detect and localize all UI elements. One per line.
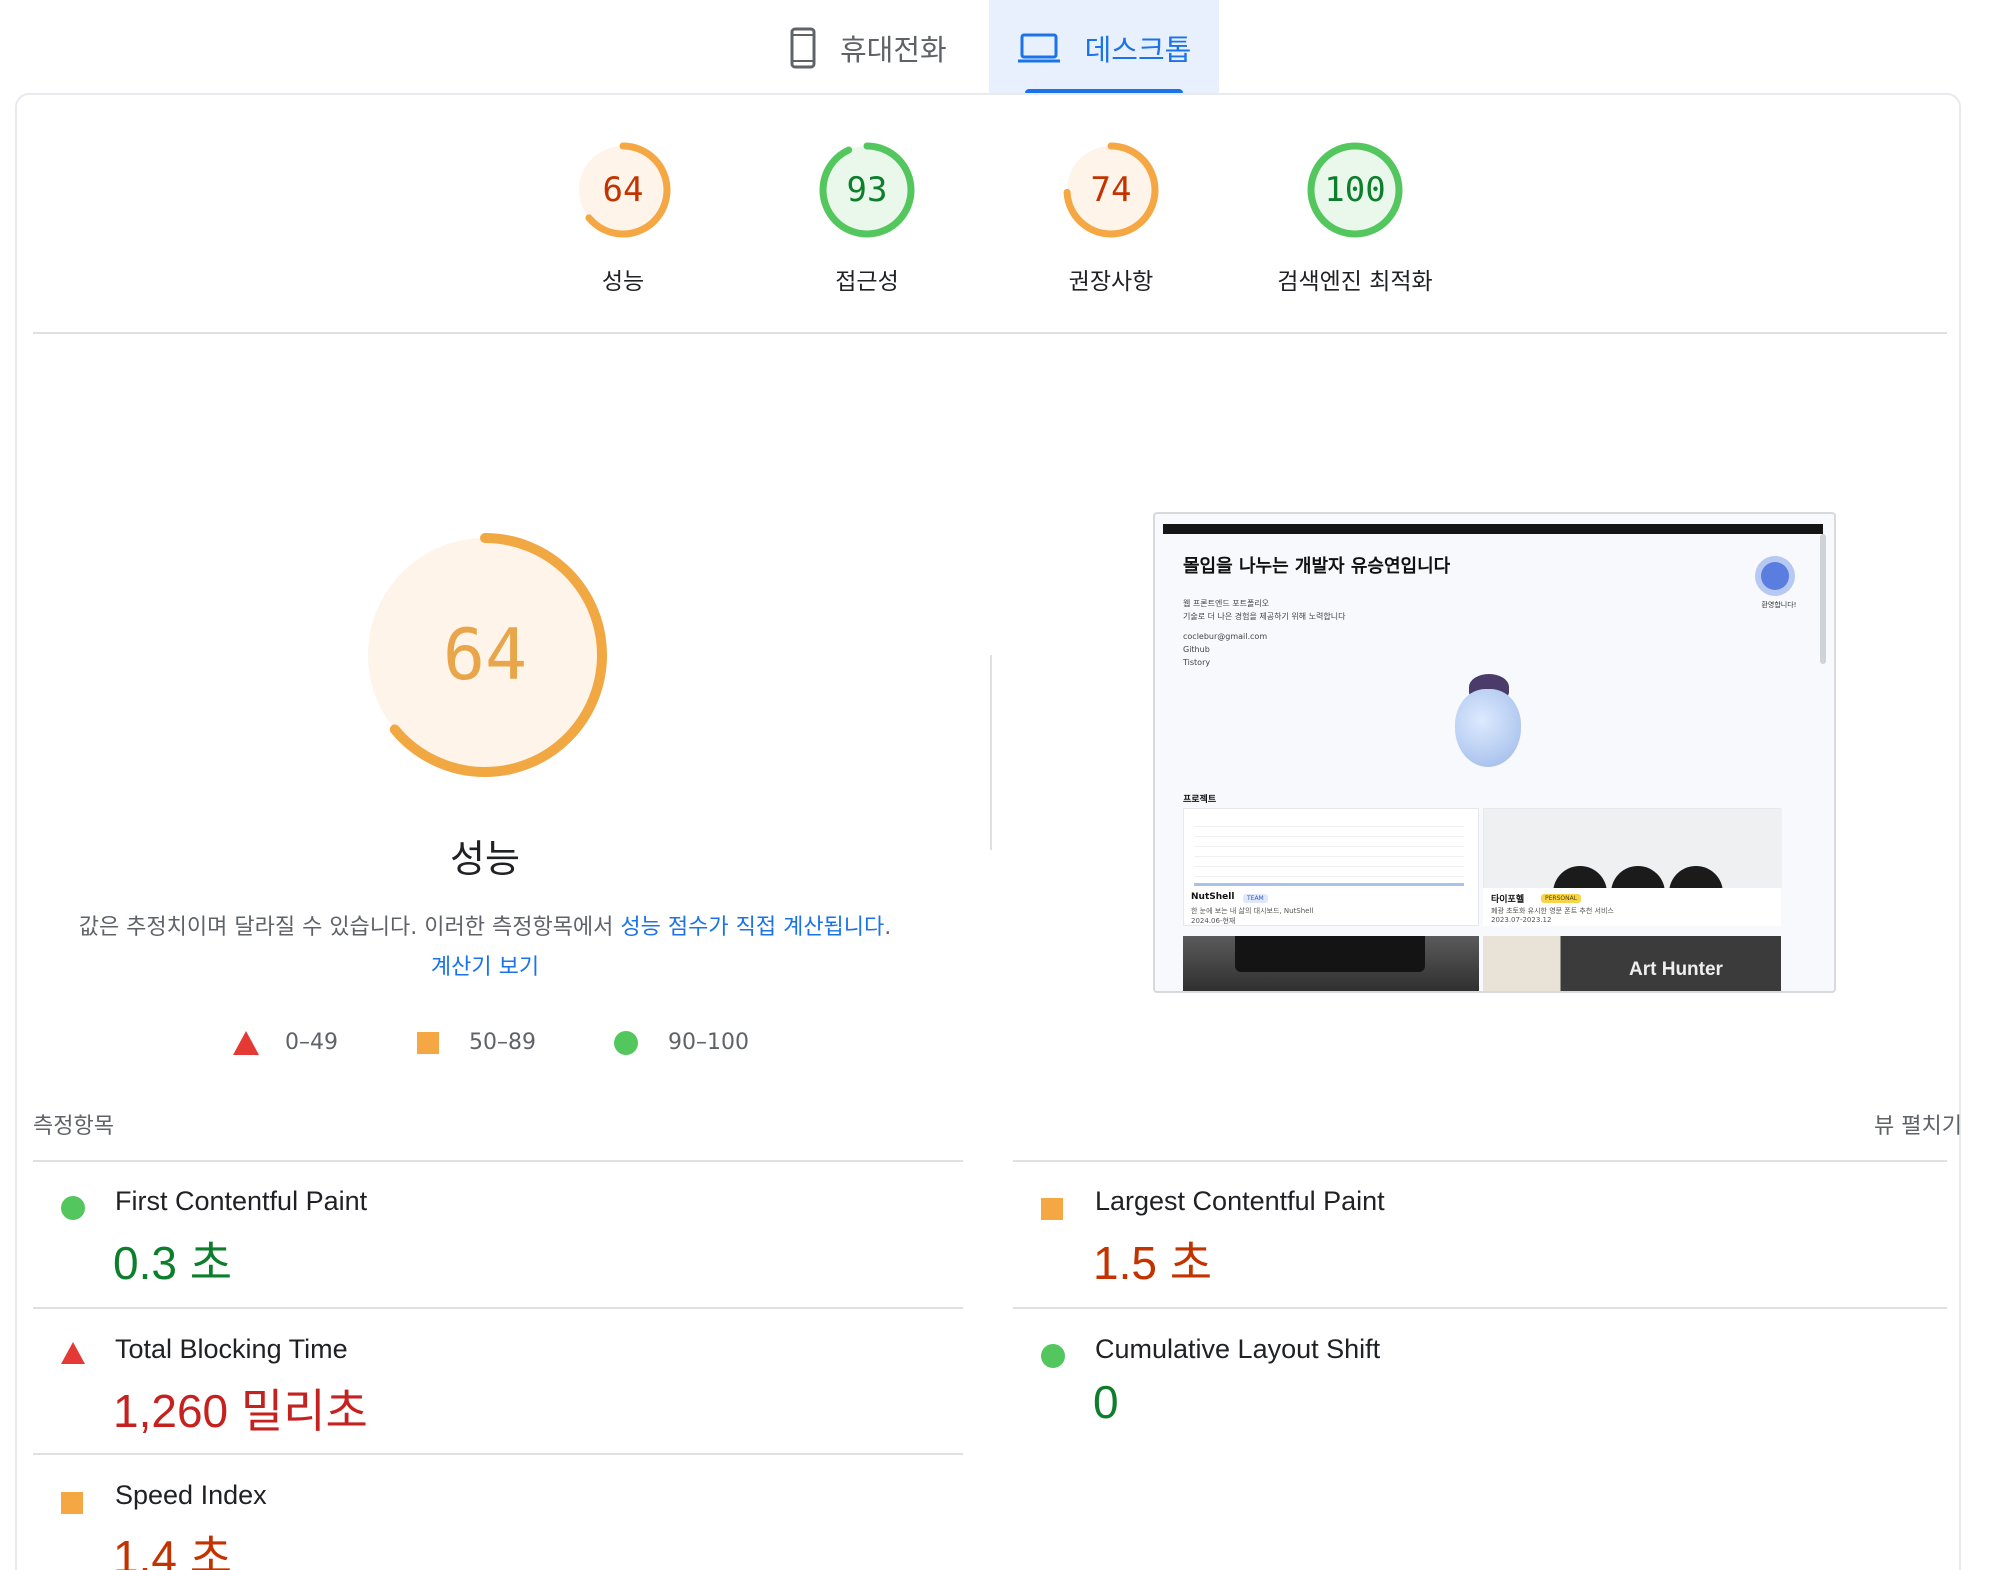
metric-largest-contentful-paint[interactable]: Largest Contentful Paint 1.5 초 bbox=[1013, 1172, 1913, 1302]
performance-gauge-large: 64 bbox=[360, 530, 610, 780]
metrics-heading: 측정항목 bbox=[33, 1114, 114, 1139]
metrics-divider bbox=[33, 1160, 963, 1162]
score-gauge-best-practices[interactable]: 74 권장사항 bbox=[991, 140, 1231, 310]
square-icon bbox=[417, 1031, 439, 1054]
legend-pass: 90–100 bbox=[614, 1030, 749, 1055]
score-value: 93 bbox=[846, 170, 888, 210]
metric-name: First Contentful Paint bbox=[115, 1186, 368, 1216]
vertical-divider bbox=[990, 655, 992, 850]
score-calculation-link[interactable]: 성능 점수가 직접 계산됩니다 bbox=[620, 915, 884, 940]
triangle-icon bbox=[233, 1030, 259, 1055]
screenshot-topbar bbox=[1163, 524, 1823, 534]
metric-value: 0.3 초 bbox=[113, 1237, 233, 1289]
score-gauge-accessibility[interactable]: 93 접근성 bbox=[747, 140, 987, 310]
score-label: 접근성 bbox=[835, 269, 899, 295]
tab-mobile[interactable]: 휴대전화 bbox=[790, 0, 990, 95]
circle-icon bbox=[614, 1030, 638, 1055]
metric-total-blocking-time[interactable]: Total Blocking Time 1,260 밀리초 bbox=[33, 1320, 933, 1450]
tab-desktop[interactable]: 데스크톱 bbox=[989, 0, 1219, 95]
card-title: 타이포헬 bbox=[1491, 895, 1525, 905]
metric-name: Largest Contentful Paint bbox=[1095, 1186, 1385, 1216]
expand-view-toggle[interactable]: 뷰 펼치기 bbox=[1874, 1108, 1962, 1140]
metric-cumulative-layout-shift[interactable]: Cumulative Layout Shift 0 bbox=[1013, 1320, 1913, 1450]
section-divider bbox=[33, 332, 1947, 334]
mascot-image bbox=[1455, 689, 1521, 767]
card-date: 2024.06-현재 bbox=[1191, 917, 1236, 925]
legend-range: 0–49 bbox=[285, 1030, 338, 1055]
device-tabs: 휴대전화 데스크톱 bbox=[0, 0, 2010, 95]
score-label: 검색엔진 최적화 bbox=[1277, 269, 1433, 295]
screenshot-line: 기술로 더 나은 경험을 제공하기 위해 노력합니다 bbox=[1183, 612, 1346, 621]
screenshot-visitors: 환영합니다! bbox=[1761, 601, 1797, 609]
average-square-icon bbox=[1041, 1198, 1063, 1220]
screenshot-link: Github bbox=[1183, 645, 1210, 654]
pass-circle-icon bbox=[1041, 1344, 1065, 1368]
score-gauge-performance[interactable]: 64 성능 bbox=[503, 140, 743, 310]
screenshot-line: 웹 프론트엔드 포트폴리오 bbox=[1183, 599, 1270, 608]
score-value: 64 bbox=[602, 170, 644, 210]
page-screenshot[interactable]: 몰입을 나누는 개발자 유승연입니다 웹 프론트엔드 포트폴리오 기술로 더 나… bbox=[1153, 512, 1836, 993]
performance-score-large: 64 bbox=[442, 614, 528, 696]
card-badge: PERSONAL bbox=[1541, 894, 1582, 903]
metric-first-contentful-paint[interactable]: First Contentful Paint 0.3 초 bbox=[33, 1172, 933, 1302]
screenshot-badge-inner bbox=[1761, 562, 1789, 590]
screenshot-heading: 몰입을 나누는 개발자 유승연입니다 bbox=[1183, 556, 1451, 577]
tab-desktop-label: 데스크톱 bbox=[1084, 32, 1192, 67]
card-title-art-hunter: Art Hunter bbox=[1629, 959, 1723, 980]
pass-circle-icon bbox=[61, 1196, 85, 1220]
metric-value: 1.5 초 bbox=[1093, 1237, 1213, 1289]
legend-average: 50–89 bbox=[417, 1030, 536, 1055]
score-gauge-seo[interactable]: 100 검색엔진 최적화 bbox=[1235, 140, 1475, 310]
legend-fail: 0–49 bbox=[233, 1030, 338, 1055]
card-desc: 한 눈에 보는 내 삶의 대시보드, NutShell bbox=[1191, 907, 1314, 915]
card-badge: TEAM bbox=[1243, 894, 1268, 903]
description-separator: . bbox=[884, 915, 892, 940]
screenshot-email: coclebur@gmail.com bbox=[1183, 632, 1268, 641]
performance-title: 성능 bbox=[450, 837, 520, 881]
metric-speed-index[interactable]: Speed Index 1.4 초 bbox=[33, 1466, 933, 1570]
card-desc: 폐광 초토화 유시한 영문 폰트 추천 서비스 bbox=[1491, 907, 1614, 915]
average-square-icon bbox=[61, 1492, 83, 1514]
phone-icon bbox=[790, 27, 816, 68]
screenshot-section-title: 프로젝트 bbox=[1183, 795, 1217, 805]
metric-name: Cumulative Layout Shift bbox=[1095, 1334, 1381, 1364]
tab-mobile-label: 휴대전화 bbox=[840, 32, 947, 67]
score-calculation-link-text-cont: 다 bbox=[864, 915, 885, 940]
screenshot-link: Tistory bbox=[1183, 658, 1211, 667]
card-title: NutShell bbox=[1191, 892, 1235, 902]
description-text: 값은 추정치이며 달라질 수 있습니다. 이러한 측정항목에서 bbox=[78, 915, 621, 940]
laptop-icon bbox=[1017, 33, 1060, 62]
metric-value: 1.4 초 bbox=[113, 1531, 233, 1570]
metric-name: Speed Index bbox=[115, 1480, 267, 1510]
score-value: 74 bbox=[1090, 170, 1132, 210]
legend-range: 50–89 bbox=[469, 1030, 536, 1055]
score-label: 권장사항 bbox=[1068, 269, 1154, 295]
card-preview bbox=[1194, 817, 1464, 877]
performance-description: 값은 추정치이며 달라질 수 있습니다. 이러한 측정항목에서 성능 점수가 직… bbox=[75, 908, 895, 988]
metric-name: Total Blocking Time bbox=[115, 1334, 348, 1364]
score-value: 100 bbox=[1324, 170, 1386, 210]
score-calculation-link-text: 성능 점수가 직접 계산됩니 bbox=[620, 915, 865, 940]
legend-range: 90–100 bbox=[668, 1030, 749, 1055]
card-preview-bar bbox=[1194, 883, 1464, 886]
card-date: 2023.07-2023.12 bbox=[1491, 916, 1552, 924]
card-device bbox=[1235, 936, 1425, 972]
score-label: 성능 bbox=[601, 269, 645, 295]
metric-value: 1,260 밀리초 bbox=[113, 1385, 368, 1437]
metrics-divider bbox=[1013, 1160, 1947, 1162]
metrics-divider bbox=[33, 1453, 963, 1455]
fail-triangle-icon bbox=[61, 1342, 85, 1364]
metrics-divider bbox=[33, 1307, 963, 1309]
calculator-link[interactable]: 계산기 보기 bbox=[431, 955, 539, 980]
metrics-divider bbox=[1013, 1307, 1947, 1309]
screenshot-scrollbar bbox=[1820, 534, 1826, 664]
metric-value: 0 bbox=[1093, 1376, 1119, 1428]
